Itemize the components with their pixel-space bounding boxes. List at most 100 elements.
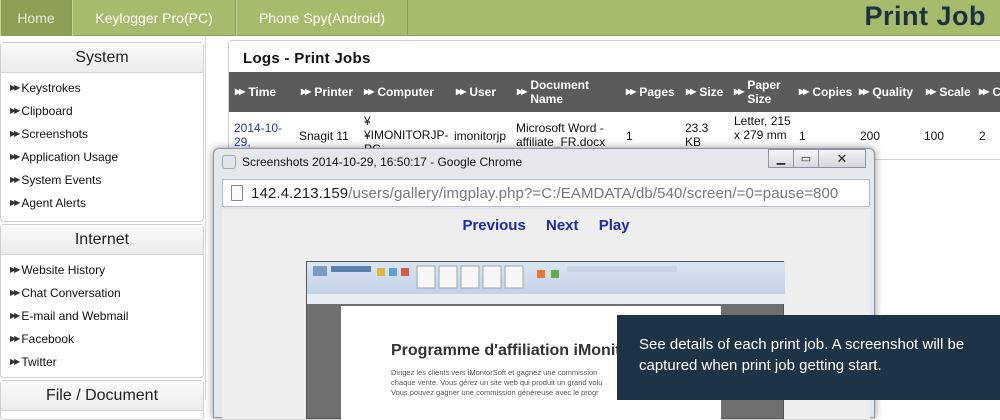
sort-arrows-icon: ▶▶ xyxy=(926,87,936,96)
close-button[interactable]: ✕ xyxy=(818,149,866,168)
sort-arrows-icon: ▶▶ xyxy=(734,87,744,96)
sort-arrows-icon: ▶▶ xyxy=(301,87,311,96)
sidebar-item-agent-alerts[interactable]: ▶▶ Agent Alerts xyxy=(1,191,203,214)
minimize-button[interactable]: ▁ xyxy=(768,149,794,168)
sidebar-item-label: Facebook xyxy=(21,331,75,346)
screenshot-line: Vous pouvez gagner une commission génére… xyxy=(391,388,599,397)
address-url[interactable]: 142.4.213.159/users/gallery/imgplay.php?… xyxy=(251,185,838,202)
page-favicon-icon xyxy=(222,155,236,169)
column-header-copies[interactable]: ▶▶ Copies xyxy=(799,72,852,112)
sort-arrows-icon: ▶▶ xyxy=(799,87,809,96)
maximize-button[interactable]: ▭ xyxy=(793,149,819,168)
sidebar-item-label: Clipboard xyxy=(21,103,73,118)
column-header-user[interactable]: ▶▶ User xyxy=(456,72,496,112)
sidebar-item-facebook[interactable]: ▶▶ Facebook xyxy=(1,327,203,350)
column-header-quality[interactable]: ▶▶ Quality xyxy=(859,72,913,112)
sidebar: System ▶▶ Keystrokes ▶▶ Clipboard ▶▶ Screen… xyxy=(0,36,206,420)
screenshot-heading: Programme d'affiliation iMonitor xyxy=(391,342,637,359)
column-header-time[interactable]: ▶▶ Time xyxy=(235,72,276,112)
sidebar-item-label: Agent Alerts xyxy=(21,195,87,210)
sidebar-item-application-usage[interactable]: ▶▶ Application Usage xyxy=(1,145,203,168)
sidebar-section-title: System xyxy=(1,43,203,73)
column-header-size[interactable]: ▶▶ Size xyxy=(686,72,723,112)
double-arrow-icon: ▶▶ xyxy=(10,83,20,92)
sidebar-item-chat-conversation[interactable]: ▶▶ Chat Conversation xyxy=(1,281,203,304)
sidebar-section-title: File / Document xyxy=(1,381,203,411)
screenshot-ribbon xyxy=(307,262,785,294)
tab-phone-spy-label: Phone Spy(Android) xyxy=(258,10,386,26)
sort-arrows-icon: ▶▶ xyxy=(364,87,374,96)
cell-pages: 1 xyxy=(626,129,633,143)
sidebar-item-clipboard[interactable]: ▶▶ Clipboard xyxy=(1,99,203,122)
double-arrow-icon: ▶▶ xyxy=(10,129,20,138)
sidebar-section-internet: Internet ▶▶ Website History ▶▶ Chat Conver… xyxy=(0,224,204,378)
next-link[interactable]: Next xyxy=(546,217,579,234)
url-path: /users/gallery/imgplay.php?=C:/EAMDATA/d… xyxy=(348,185,839,202)
sidebar-item-label: Twitter xyxy=(21,354,57,369)
cell-quality: 200 xyxy=(860,129,881,143)
sidebar-item-label: Screenshots xyxy=(21,126,89,141)
url-host: 142.4.213.159 xyxy=(251,185,349,202)
play-link[interactable]: Play xyxy=(599,217,630,234)
maximize-icon: ▭ xyxy=(800,153,812,165)
logs-title: Logs - Print Jobs xyxy=(243,50,371,67)
sidebar-item-label: System Events xyxy=(21,172,102,187)
sort-arrows-icon: ▶▶ xyxy=(517,87,527,96)
tab-home[interactable]: Home xyxy=(0,0,72,36)
tab-keylogger-label: Keylogger Pro(PC) xyxy=(95,10,213,26)
sidebar-item-label: Website History xyxy=(21,262,106,277)
sidebar-section-system: System ▶▶ Keystrokes ▶▶ Clipboard ▶▶ Screen… xyxy=(0,42,204,222)
column-header-paper-size[interactable]: ▶▶ Paper Size xyxy=(734,72,794,112)
cell-paper-size: Letter, 215 x 279 mm xyxy=(734,114,791,142)
cell-size: 23.3 KB xyxy=(685,121,709,149)
screenshot-line: chaque vente. Vous gérez un site web qui… xyxy=(391,378,603,387)
cell-scale: 100 xyxy=(924,129,945,143)
sort-arrows-icon: ▶▶ xyxy=(859,87,869,96)
sidebar-item-system-events[interactable]: ▶▶ System Events xyxy=(1,168,203,191)
sidebar-item-label: E-mail and Webmail xyxy=(21,308,129,323)
column-header-scale[interactable]: ▶▶ Scale xyxy=(926,72,971,112)
column-header-pages[interactable]: ▶▶ Pages xyxy=(626,72,675,112)
sidebar-item-email-webmail[interactable]: ▶▶ E-mail and Webmail xyxy=(1,304,203,327)
column-header-document-name[interactable]: ▶▶ Document Name xyxy=(517,72,607,112)
screenshot-line: Dirigez les clients vers iMontorSoft et … xyxy=(391,368,598,377)
window-title: Screenshots 2014-10-29, 16:50:17 - Googl… xyxy=(242,155,523,169)
previous-link[interactable]: Previous xyxy=(462,217,525,234)
double-arrow-icon: ▶▶ xyxy=(10,198,20,207)
address-bar[interactable]: 142.4.213.159/users/gallery/imgplay.php?… xyxy=(222,179,870,207)
minimize-icon: ▁ xyxy=(776,153,786,165)
sidebar-section-title: Internet xyxy=(1,225,203,255)
cell-user: imonitorjp xyxy=(454,129,507,143)
ribbon-icons xyxy=(313,265,677,289)
tab-phone-spy[interactable]: Phone Spy(Android) xyxy=(236,0,408,36)
column-header-computer[interactable]: ▶▶ Computer xyxy=(364,72,434,112)
playback-controls: Previous Next Play xyxy=(222,217,870,234)
tab-home-label: Home xyxy=(17,10,55,26)
table-header: ▶▶ Time ▶▶ Printer ▶▶ Computer ▶▶ User ▶▶ Doc… xyxy=(229,72,1000,112)
sidebar-item-twitter[interactable]: ▶▶ Twitter xyxy=(1,350,203,373)
cell-c: 2 xyxy=(979,129,986,143)
sort-arrows-icon: ▶▶ xyxy=(979,87,989,96)
sidebar-item-label: Application Usage xyxy=(21,149,119,164)
column-header-c[interactable]: ▶▶ C xyxy=(979,72,1000,112)
double-arrow-icon: ▶▶ xyxy=(10,334,20,343)
close-icon: ✕ xyxy=(836,150,848,166)
page-title: Print Job xyxy=(864,1,986,31)
sort-arrows-icon: ▶▶ xyxy=(626,87,636,96)
logs-panel: Logs - Print Jobs ▶▶ Time ▶▶ Printer ▶▶ Com… xyxy=(228,40,1000,160)
sidebar-item-screenshots[interactable]: ▶▶ Screenshots xyxy=(1,122,203,145)
sidebar-item-website-history[interactable]: ▶▶ Website History xyxy=(1,258,203,281)
double-arrow-icon: ▶▶ xyxy=(10,288,20,297)
sort-arrows-icon: ▶▶ xyxy=(235,87,245,96)
nav-tabs: Home Keylogger Pro(PC) Phone Spy(Android… xyxy=(0,0,408,36)
sidebar-section-file-document: File / Document xyxy=(0,380,204,420)
sidebar-item-label: Keystrokes xyxy=(21,80,81,95)
page-icon xyxy=(231,185,243,201)
tab-keylogger-pro[interactable]: Keylogger Pro(PC) xyxy=(72,0,236,36)
cell-document-name: Microsoft Word - affiliate_FR.docx xyxy=(516,121,606,149)
sort-arrows-icon: ▶▶ xyxy=(686,87,696,96)
top-nav-bar: Home Keylogger Pro(PC) Phone Spy(Android… xyxy=(0,0,1000,36)
column-header-printer[interactable]: ▶▶ Printer xyxy=(301,72,353,112)
double-arrow-icon: ▶▶ xyxy=(10,311,20,320)
sidebar-item-keystrokes[interactable]: ▶▶ Keystrokes xyxy=(1,76,203,99)
